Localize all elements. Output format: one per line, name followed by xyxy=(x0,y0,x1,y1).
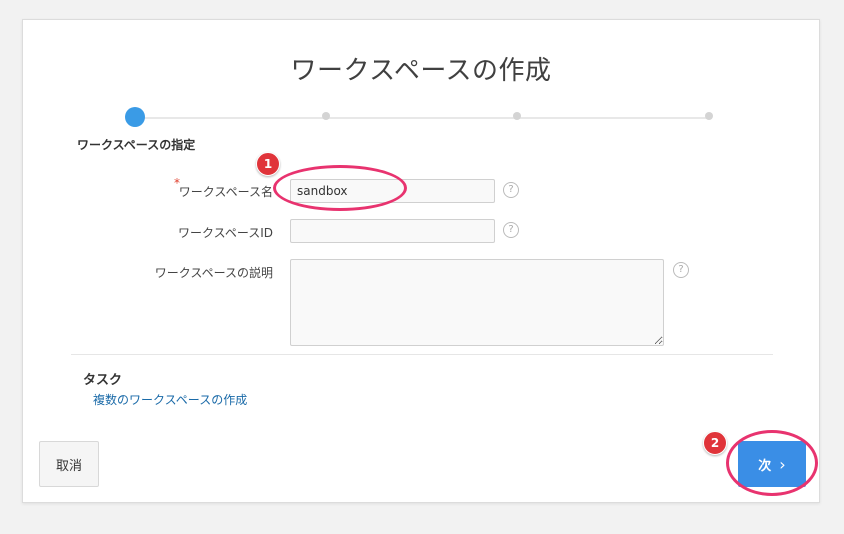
wizard-step-4 xyxy=(705,112,713,120)
next-button-label: 次 xyxy=(758,458,772,474)
wizard-progress-track xyxy=(135,117,709,119)
annotation-badge-2: 2 xyxy=(703,431,727,455)
workspace-id-input[interactable] xyxy=(290,219,495,243)
wizard-step-1-active xyxy=(125,107,145,127)
next-button[interactable]: 次 › xyxy=(738,441,806,487)
create-workspace-dialog: ワークスペースの作成 ワークスペースの指定 * ワークスペース名 ? ワークスペ… xyxy=(22,19,820,503)
help-icon[interactable]: ? xyxy=(503,222,519,238)
help-icon[interactable]: ? xyxy=(503,182,519,198)
section-divider xyxy=(71,354,773,355)
workspace-description-textarea[interactable] xyxy=(290,259,664,346)
workspace-description-label: ワークスペースの説明 xyxy=(154,266,273,280)
workspace-id-label: ワークスペースID xyxy=(178,226,273,240)
wizard-current-step-label: ワークスペースの指定 xyxy=(77,138,196,152)
chevron-right-icon: › xyxy=(779,454,786,474)
wizard-step-3 xyxy=(513,112,521,120)
workspace-name-label: ワークスペース名 xyxy=(178,185,273,199)
wizard-step-2 xyxy=(322,112,330,120)
tasks-heading: タスク xyxy=(83,373,123,388)
annotation-badge-1: 1 xyxy=(256,152,280,176)
cancel-button[interactable]: 取消 xyxy=(39,441,99,487)
create-multiple-workspaces-link[interactable]: 複数のワークスペースの作成 xyxy=(93,391,247,408)
dialog-title: ワークスペースの作成 xyxy=(290,56,552,86)
workspace-name-input[interactable] xyxy=(290,179,495,203)
help-icon[interactable]: ? xyxy=(673,262,689,278)
